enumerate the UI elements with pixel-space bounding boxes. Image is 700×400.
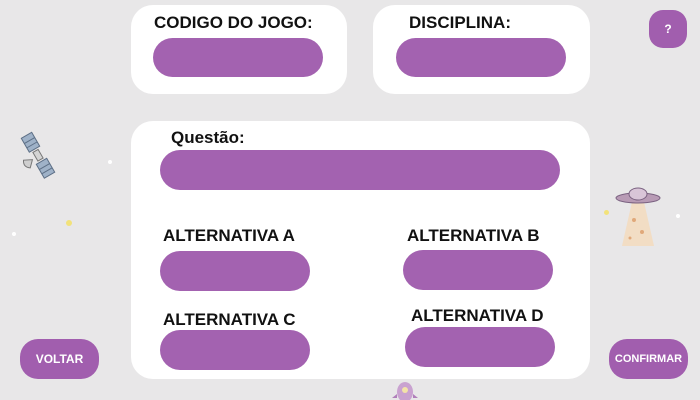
alternative-d-label: ALTERNATIVA D bbox=[411, 306, 544, 325]
alternative-b-label: ALTERNATIVA B bbox=[407, 226, 540, 245]
subject-input[interactable] bbox=[396, 38, 566, 77]
alternative-c-label: ALTERNATIVA C bbox=[163, 310, 296, 329]
star-decoration bbox=[676, 214, 680, 218]
game-code-input[interactable] bbox=[153, 38, 323, 77]
alternative-d-input[interactable] bbox=[405, 327, 555, 367]
star-decoration bbox=[66, 220, 72, 226]
star-decoration bbox=[12, 232, 16, 236]
satellite-icon bbox=[20, 131, 56, 179]
star-decoration bbox=[108, 160, 112, 164]
back-button[interactable]: VOLTAR bbox=[20, 339, 99, 379]
subject-label: DISCIPLINA: bbox=[409, 13, 511, 32]
alternative-a-label: ALTERNATIVA A bbox=[163, 226, 295, 245]
rocket-icon bbox=[392, 382, 418, 400]
star-decoration bbox=[604, 210, 609, 215]
question-label: Questão: bbox=[171, 128, 245, 147]
confirm-button[interactable]: CONFIRMAR bbox=[609, 339, 688, 379]
help-button[interactable]: ? bbox=[649, 10, 687, 48]
question-input[interactable] bbox=[160, 150, 560, 190]
alternative-a-input[interactable] bbox=[160, 251, 310, 291]
alternative-c-input[interactable] bbox=[160, 330, 310, 370]
game-code-label: CODIGO DO JOGO: bbox=[154, 13, 313, 32]
alternative-b-input[interactable] bbox=[403, 250, 553, 290]
ufo-icon bbox=[615, 187, 661, 246]
